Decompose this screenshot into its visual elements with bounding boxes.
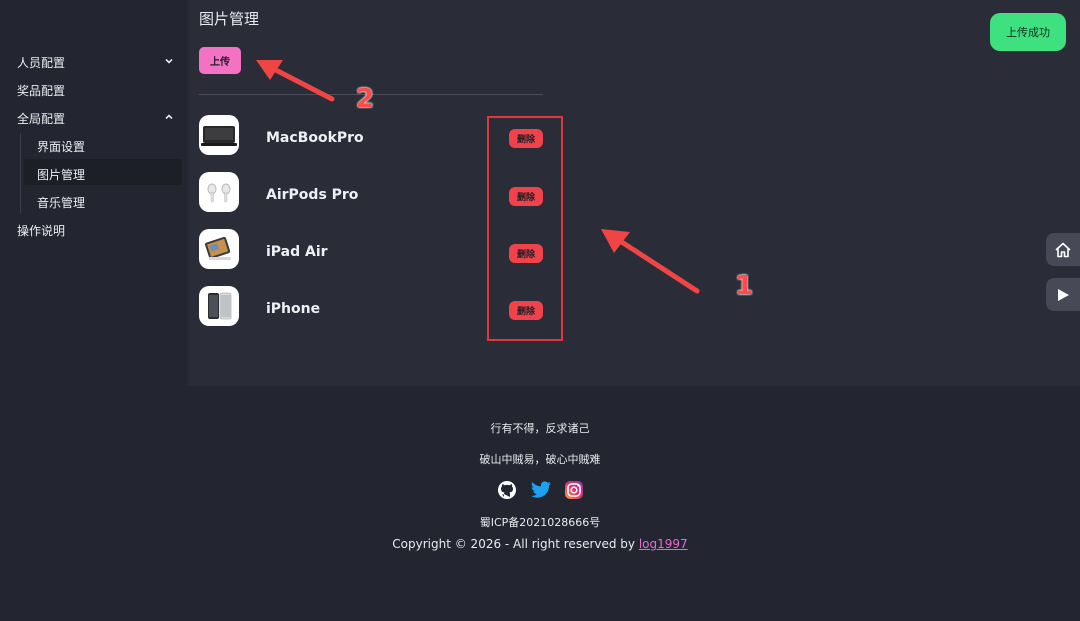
item-name: MacBookPro bbox=[266, 130, 364, 146]
play-icon bbox=[1058, 288, 1069, 301]
social-links bbox=[497, 480, 587, 500]
sidebar-subitem-images[interactable]: 图片管理 bbox=[37, 166, 85, 183]
ipad-image bbox=[199, 229, 239, 269]
home-icon bbox=[1055, 242, 1071, 257]
item-name: iPad Air bbox=[266, 244, 328, 260]
upload-button[interactable]: 上传 bbox=[199, 47, 241, 74]
annotation-number-2: 2 bbox=[356, 84, 375, 114]
sidebar-item-global[interactable]: 全局配置 bbox=[17, 110, 65, 127]
icp-number: 蜀ICP备2021028666号 bbox=[479, 516, 601, 529]
instagram-icon[interactable] bbox=[564, 480, 584, 500]
github-icon[interactable] bbox=[497, 480, 517, 500]
annotation-box bbox=[487, 116, 563, 341]
item-name: AirPods Pro bbox=[266, 187, 359, 203]
submenu-line bbox=[20, 133, 21, 213]
chevron-up-icon[interactable] bbox=[164, 112, 174, 122]
sidebar-item-prizes[interactable]: 奖品配置 bbox=[17, 82, 65, 99]
iphone-image bbox=[199, 286, 239, 326]
sidebar-subitem-interface[interactable]: 界面设置 bbox=[37, 138, 85, 155]
home-button[interactable] bbox=[1046, 233, 1080, 266]
footer-motto-1: 行有不得，反求诸己 bbox=[490, 422, 590, 435]
sidebar-item-personnel[interactable]: 人员配置 bbox=[17, 54, 65, 71]
author-link[interactable]: log1997 bbox=[639, 537, 688, 551]
annotation-number-1: 1 bbox=[735, 271, 754, 301]
chevron-down-icon[interactable] bbox=[164, 56, 174, 66]
page-title: 图片管理 bbox=[199, 10, 260, 28]
footer-motto-2: 破山中贼易，破心中贼难 bbox=[479, 453, 601, 466]
play-button[interactable] bbox=[1046, 278, 1080, 311]
twitter-icon[interactable] bbox=[530, 481, 552, 499]
macbook-image bbox=[199, 115, 239, 155]
item-name: iPhone bbox=[266, 301, 321, 317]
airpods-image bbox=[199, 172, 239, 212]
copyright-text: Copyright © 2026 - All right reserved by bbox=[392, 537, 639, 551]
success-toast: 上传成功 bbox=[990, 13, 1066, 51]
sidebar-subitem-music[interactable]: 音乐管理 bbox=[37, 194, 85, 211]
copyright: Copyright © 2026 - All right reserved by… bbox=[0, 537, 1080, 551]
sidebar-item-instructions[interactable]: 操作说明 bbox=[17, 222, 65, 239]
